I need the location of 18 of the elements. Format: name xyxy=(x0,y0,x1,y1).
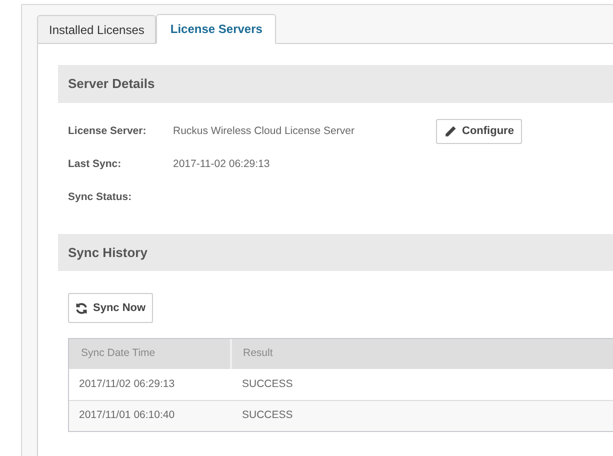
tab[interactable]: Installed Licenses xyxy=(37,15,156,44)
table-row[interactable]: 2017/11/01 06:10:40 SUCCESS xyxy=(69,400,613,431)
table-cell-text: 2017/11/01 06:10:40 xyxy=(78,408,176,424)
field-value: Ruckus Wireless Cloud License Server xyxy=(173,124,356,139)
table-cell-text: SUCCESS xyxy=(241,376,294,392)
pencil-icon xyxy=(444,125,457,138)
field-label: Last Sync: xyxy=(68,156,122,172)
table-cell-text: SUCCESS xyxy=(241,408,294,424)
section-header: Sync History xyxy=(58,234,613,271)
configure-button[interactable]: Configure xyxy=(436,119,522,144)
field-label: Sync Status: xyxy=(68,190,133,205)
refresh-icon xyxy=(75,302,88,314)
sync-now-button[interactable]: Sync Now xyxy=(68,293,153,323)
field-label: License Server: xyxy=(68,124,148,139)
field-value: 2017-11-02 06:29:13 xyxy=(173,156,271,172)
tab[interactable]: License Servers xyxy=(156,14,276,44)
section-header: Server Details xyxy=(58,65,613,103)
table-cell-text: 2017/11/02 06:29:13 xyxy=(78,376,176,392)
